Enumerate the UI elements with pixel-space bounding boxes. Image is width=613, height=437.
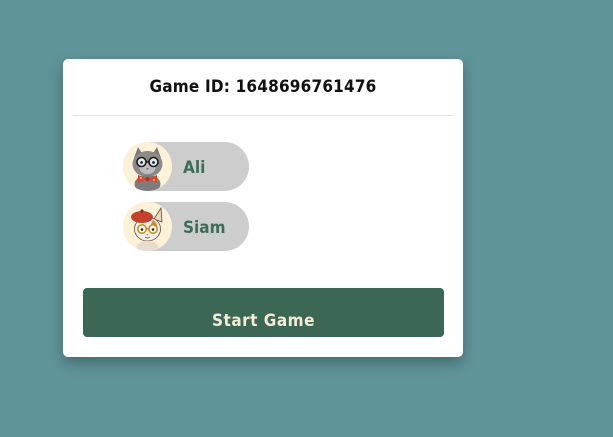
player-name: Ali: [183, 158, 206, 178]
player-name: Siam: [183, 218, 226, 238]
player-pill: Siam: [123, 202, 249, 251]
lobby-card: Game ID: 1648696761476 Ali Siam Start Ga…: [63, 59, 463, 357]
game-id-title: Game ID: 1648696761476: [149, 77, 377, 97]
cat-with-glasses-and-bowtie-icon: [123, 142, 172, 191]
player-pill: Ali: [123, 142, 249, 191]
start-game-button[interactable]: Start Game: [83, 288, 444, 337]
start-game-label: Start Game: [211, 310, 315, 331]
divider: [73, 115, 453, 116]
cat-with-beret-and-glasses-icon: [123, 202, 172, 251]
